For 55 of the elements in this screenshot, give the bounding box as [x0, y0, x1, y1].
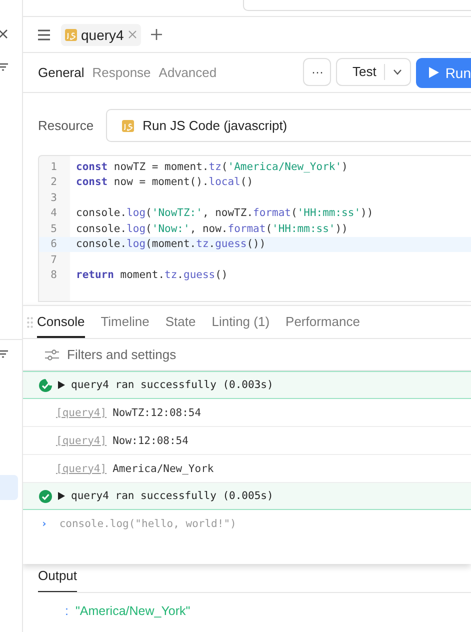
console-tab[interactable]: Timeline: [100, 306, 150, 338]
code-line: const nowTZ = moment.tz('America/New_York'): [75, 160, 348, 173]
editor-tab[interactable]: Advanced: [158, 65, 225, 80]
code-editor[interactable]: [38, 155, 471, 302]
query-link[interactable]: [query4]: [56, 406, 107, 418]
line-number: 1: [50, 160, 57, 173]
code-line: console.log(moment.tz.guess()): [75, 238, 266, 250]
code-line: const now = moment().local(): [75, 176, 254, 188]
editor-tab[interactable]: Response: [92, 65, 159, 80]
editor-tab[interactable]: General: [38, 65, 92, 80]
js-file-icon: [65, 28, 77, 40]
log-message: Now:12:08:54: [112, 434, 188, 446]
chevron-down-icon[interactable]: [393, 68, 402, 74]
query-link[interactable]: [query4]: [56, 434, 107, 446]
log-message: America/New_York: [112, 462, 214, 474]
line-number: 7: [50, 254, 57, 266]
filter-icon[interactable]: [0, 350, 8, 358]
line-number: 5: [50, 222, 57, 235]
test-button[interactable]: Test: [336, 58, 412, 86]
line-number: 2: [50, 176, 57, 188]
output-value: "America/New_York": [75, 604, 190, 618]
close-icon[interactable]: [0, 28, 8, 40]
add-icon[interactable]: [150, 29, 162, 40]
code-line: console.log('NowTZ:', nowTZ.format('HH:mm:ss')): [75, 207, 374, 220]
query-link[interactable]: [query4]: [56, 462, 107, 474]
line-number: 6: [50, 238, 57, 250]
console-tab[interactable]: Linting (1): [212, 306, 270, 338]
separator: :: [65, 604, 68, 618]
log-message: query4 ran successfully (0.005s): [71, 490, 274, 502]
query-tab[interactable]: query4: [61, 24, 141, 46]
console-tab[interactable]: State: [165, 306, 196, 338]
prompt-icon: ›: [41, 518, 48, 530]
play-icon: [429, 67, 440, 78]
console-tab[interactable]: Performance: [286, 306, 360, 338]
field-label: Resource: [38, 118, 94, 133]
expand-icon[interactable]: [58, 492, 65, 500]
console-tab[interactable]: Console: [37, 306, 85, 338]
expand-icon[interactable]: [58, 381, 65, 389]
line-number: 4: [50, 207, 57, 220]
code-line: return moment.tz.guess(): [75, 269, 228, 282]
code-line: console.log('Now:', now.format('HH:mm:ss')): [75, 222, 348, 235]
line-number: 3: [50, 192, 57, 204]
console-input[interactable]: console.log("hello, world!"): [59, 518, 471, 530]
line-number: 8: [50, 269, 57, 282]
drag-handle-icon[interactable]: [27, 316, 33, 328]
sliders-icon: [45, 348, 59, 360]
log-message: NowTZ:12:08:54: [112, 406, 202, 418]
more-button[interactable]: ···: [303, 58, 332, 86]
menu-icon[interactable]: [37, 28, 51, 40]
log-message: query4 ran successfully (0.003s): [71, 379, 274, 391]
output-tab[interactable]: Output: [38, 568, 78, 592]
resource-select[interactable]: Run JS Code (javascript): [106, 109, 471, 142]
js-file-icon: [122, 120, 134, 132]
filter-icon[interactable]: [0, 63, 8, 71]
run-button[interactable]: Run: [416, 58, 471, 88]
